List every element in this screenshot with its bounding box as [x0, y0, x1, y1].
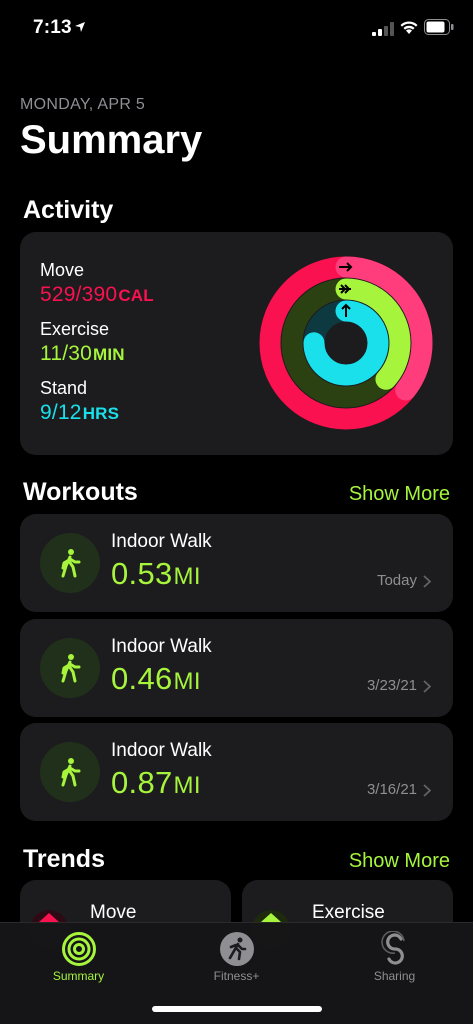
trend-name: Exercise [312, 902, 385, 923]
workout-distance: 0.53MI [111, 556, 201, 591]
sharing-icon [380, 931, 405, 965]
workout-card[interactable]: Indoor Walk 0.53MI Today [20, 514, 453, 612]
exercise-value: 11/30MIN [40, 342, 125, 365]
location-arrow-icon [75, 22, 85, 32]
trends-section-title: Trends [23, 845, 105, 873]
workouts-show-more-link[interactable]: Show More [349, 483, 450, 506]
stand-label: Stand [40, 378, 88, 398]
wifi-icon [400, 21, 418, 34]
fitness-runner-icon [219, 932, 254, 966]
stand-value: 9/12HRS [40, 401, 120, 424]
trend-name: Move [90, 902, 137, 923]
tab-label: Sharing [373, 969, 416, 983]
workout-icon-badge [40, 638, 100, 698]
workout-name: Indoor Walk [111, 740, 212, 761]
move-label: Move [40, 260, 85, 280]
trends-show-more-link[interactable]: Show More [349, 850, 450, 873]
home-indicator [152, 1006, 322, 1012]
workout-card[interactable]: Indoor Walk 0.87MI 3/16/21 [20, 723, 453, 821]
walking-figure-icon [61, 654, 81, 683]
page-title: Summary [20, 118, 203, 162]
chevron-right-icon [423, 575, 431, 588]
workout-card[interactable]: Indoor Walk 0.46MI 3/23/21 [20, 619, 453, 717]
workout-date: Today [376, 572, 417, 589]
workout-date: 3/23/21 [366, 677, 417, 694]
workout-distance: 0.46MI [111, 661, 201, 696]
tab-label: Summary [52, 969, 105, 983]
cellular-signal-icon [372, 22, 394, 36]
exercise-label: Exercise [40, 319, 110, 339]
chevron-right-icon [423, 680, 431, 693]
walking-figure-icon [61, 549, 81, 578]
activity-card[interactable]: Move 529/390CAL Exercise 11/30MIN Stand … [20, 232, 453, 455]
chevron-right-icon [423, 784, 431, 797]
activity-section-title: Activity [23, 196, 114, 224]
workouts-section-title: Workouts [23, 478, 138, 506]
workout-name: Indoor Walk [111, 636, 212, 657]
tab-sharing[interactable]: Sharing [316, 923, 473, 993]
status-bar: 7:13 [0, 0, 473, 58]
workout-icon-badge [40, 742, 100, 802]
tab-fitness-plus[interactable]: Fitness+ [158, 923, 315, 993]
date-label: MONDAY, APR 5 [20, 96, 146, 113]
battery-icon [424, 19, 454, 35]
tab-summary[interactable]: Summary [0, 923, 157, 993]
workout-distance: 0.87MI [111, 765, 201, 800]
tab-label: Fitness+ [213, 969, 260, 983]
workout-date: 3/16/21 [366, 781, 417, 798]
status-time: 7:13 [33, 17, 72, 38]
workout-name: Indoor Walk [111, 531, 212, 552]
move-value: 529/390CAL [40, 283, 154, 306]
workout-icon-badge [40, 533, 100, 593]
walking-figure-icon [61, 758, 81, 787]
activity-rings [259, 256, 433, 430]
activity-rings-icon [61, 932, 96, 966]
